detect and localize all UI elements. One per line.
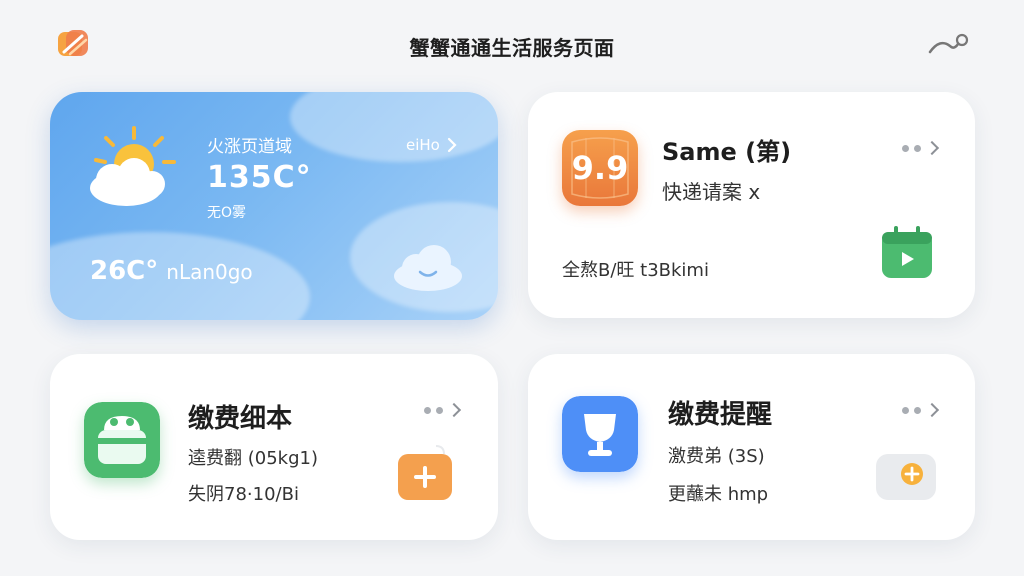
weather-bottom: 26C° nLan0go xyxy=(90,256,253,286)
bill-detail-line2: 失阴78·10/Bi xyxy=(188,484,299,505)
weather-bottom-temp: 26C° xyxy=(90,256,159,286)
page-title: 蟹蟹通通生活服务页面 xyxy=(409,36,615,60)
weather-bottom-note: nLan0go xyxy=(166,260,253,284)
reminder-card[interactable]: 缴费提醒 激费弟 (3S) 更蘸未 hmp xyxy=(528,354,975,540)
express-more-button[interactable] xyxy=(902,138,946,158)
weather-condition: 无O雾 xyxy=(207,205,247,221)
weather-more-link[interactable]: eiHo xyxy=(406,136,458,154)
express-badge-text: 9.9 xyxy=(571,149,629,187)
chevron-right-icon xyxy=(447,137,457,153)
bill-detail-card[interactable]: 缴费细本 逵费翻 (05kg1) 失阴78·10/Bi xyxy=(50,354,498,540)
profile-curve-icon[interactable] xyxy=(926,30,970,58)
reminder-more-button[interactable] xyxy=(902,400,946,420)
express-badge-icon: 9.9 xyxy=(562,130,638,206)
basket-icon xyxy=(84,402,160,478)
reminder-line1: 激费弟 (3S) xyxy=(668,446,765,467)
weather-card[interactable]: 火涨页道域 135C° 无O雾 eiHo 26C° nLan0go xyxy=(50,92,498,320)
calendar-play-icon[interactable] xyxy=(878,226,936,282)
bg-cloud xyxy=(290,92,498,162)
express-subtitle: 快递请案 x xyxy=(662,180,761,204)
express-footer: 全熬B/旺 t3Bkimi xyxy=(562,260,709,281)
bill-detail-title: 缴费细本 xyxy=(188,404,293,434)
plus-circle-icon[interactable] xyxy=(876,454,936,500)
weather-location: 火涨页道域 xyxy=(207,137,292,157)
plus-icon[interactable] xyxy=(396,444,454,502)
express-title: Same (第) xyxy=(662,138,792,166)
reminder-line2: 更蘸未 hmp xyxy=(668,484,769,505)
bill-detail-more-button[interactable] xyxy=(424,400,468,420)
weather-more-label: eiHo xyxy=(406,136,440,154)
sun-cloud-icon xyxy=(90,126,176,206)
express-card[interactable]: 9.9 Same (第) 快递请案 x 全熬B/旺 t3Bkimi xyxy=(528,92,975,318)
weather-temperature: 135C° xyxy=(207,160,312,195)
reminder-title: 缴费提醒 xyxy=(668,400,773,430)
top-bar: 蟹蟹通通生活服务页面 xyxy=(0,0,1024,90)
trophy-icon xyxy=(562,396,638,472)
smile-cloud-icon xyxy=(394,245,462,291)
bill-detail-line1: 逵费翻 (05kg1) xyxy=(188,448,318,469)
